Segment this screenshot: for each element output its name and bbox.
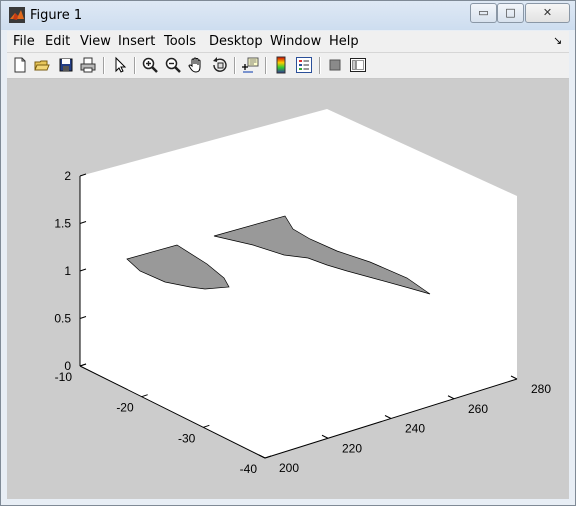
pan-hand-icon[interactable]: [187, 56, 205, 74]
save-icon[interactable]: [57, 56, 75, 74]
figure-canvas[interactable]: 0 0.5 1 1.5 2 -10 -20 -30 -40 200 220 240 260 280: [7, 79, 569, 499]
x-tick-label: 200: [279, 461, 299, 475]
maximize-icon: □: [505, 6, 516, 19]
zoom-out-icon[interactable]: [164, 56, 182, 74]
x-tick-label: 240: [405, 422, 425, 436]
menu-help[interactable]: Help: [329, 34, 359, 49]
menu-file[interactable]: File: [13, 34, 35, 49]
menu-window[interactable]: Window: [270, 34, 321, 49]
figure-window: Figure 1 ▭ □ ✕ File Edit View Insert Too…: [0, 0, 576, 506]
window-title: Figure 1: [30, 8, 83, 23]
rotate-3d-icon[interactable]: [211, 56, 229, 74]
colorbar-icon[interactable]: [272, 56, 290, 74]
minimize-icon: ▭: [478, 6, 489, 19]
toolbar-separator: [319, 57, 320, 74]
title-bar[interactable]: Figure 1 ▭ □ ✕: [1, 1, 575, 30]
open-file-icon[interactable]: [33, 56, 51, 74]
show-plot-tools-icon[interactable]: [349, 56, 367, 74]
zoom-in-icon[interactable]: [141, 56, 159, 74]
minimize-button[interactable]: ▭: [470, 3, 497, 23]
menu-tools[interactable]: Tools: [164, 34, 196, 49]
x-tick-label: 220: [342, 441, 362, 455]
menu-view[interactable]: View: [80, 34, 111, 49]
close-button[interactable]: ✕: [525, 3, 570, 23]
z-tick-label: 2: [64, 169, 71, 183]
menu-insert[interactable]: Insert: [118, 34, 155, 49]
menu-bar: File Edit View Insert Tools Desktop Wind…: [7, 31, 569, 53]
z-tick-label: 1.5: [54, 217, 71, 231]
maximize-button[interactable]: □: [497, 3, 524, 23]
x-tick-label: 260: [468, 402, 488, 416]
new-figure-icon[interactable]: [11, 56, 29, 74]
figure-toolbar: [7, 53, 569, 79]
hide-plot-tools-icon[interactable]: [326, 56, 344, 74]
menu-desktop[interactable]: Desktop: [209, 34, 263, 49]
toolbar-separator: [103, 57, 104, 74]
toolbar-separator: [265, 57, 266, 74]
legend-icon[interactable]: [295, 56, 313, 74]
y-tick-label: -10: [55, 370, 73, 384]
y-tick-label: -40: [240, 462, 258, 476]
z-tick-label: 0.5: [54, 312, 71, 326]
menu-edit[interactable]: Edit: [45, 34, 70, 49]
z-tick-label: 1: [64, 264, 71, 278]
toolbar-separator: [234, 57, 235, 74]
y-tick-label: -30: [178, 431, 196, 445]
close-icon: ✕: [542, 6, 553, 19]
x-tick-label: 280: [531, 382, 551, 396]
axes-3d[interactable]: 00.511.52 -10-20-30-40 200220240260280: [7, 79, 569, 499]
matlab-logo-icon: [9, 7, 25, 23]
data-cursor-icon[interactable]: [241, 56, 259, 74]
print-icon[interactable]: [79, 56, 97, 74]
y-tick-label: -20: [116, 401, 134, 415]
dock-arrow-icon[interactable]: ↘: [553, 34, 562, 47]
axes-background: [80, 109, 517, 458]
edit-plot-arrow-icon[interactable]: [111, 56, 129, 74]
toolbar-separator: [134, 57, 135, 74]
